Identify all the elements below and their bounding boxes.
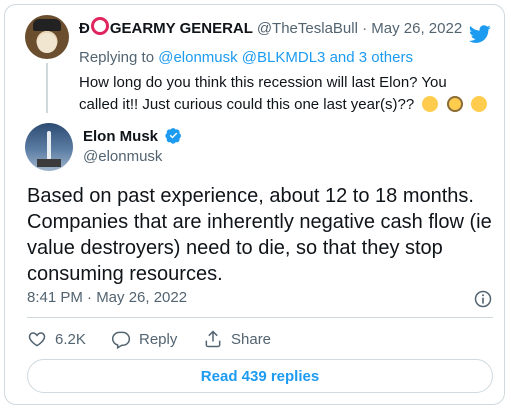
reply-button[interactable]: Reply — [111, 329, 177, 349]
main-author-handle[interactable]: @elonmusk — [83, 148, 162, 165]
reply-tweet-text: How long do you think this recession wil… — [79, 74, 447, 113]
info-icon[interactable] — [473, 289, 493, 309]
reply-author-name[interactable]: Đ GEARMY GENERAL — [79, 17, 253, 37]
replying-to-line: Replying to @elonmusk @BLKMDL3 and 3 oth… — [79, 49, 413, 66]
reply-author-avatar[interactable] — [25, 15, 69, 59]
like-count: 6.2K — [55, 330, 86, 348]
main-author-avatar[interactable] — [25, 123, 73, 171]
thread-connector-line — [46, 63, 48, 113]
share-icon — [205, 330, 221, 348]
monocle-emoji-icon — [446, 96, 463, 112]
dot-separator: · — [362, 20, 368, 37]
heart-icon — [28, 332, 46, 347]
share-label: Share — [231, 330, 272, 348]
like-button[interactable]: 6.2K — [27, 329, 86, 349]
share-button[interactable]: Share — [203, 329, 271, 349]
raised-eyebrow-emoji-icon — [470, 96, 487, 112]
reply-date[interactable]: May 26, 2022 — [371, 20, 462, 37]
read-replies-button[interactable]: Read 439 replies — [27, 359, 493, 393]
main-author-name-row[interactable]: Elon Musk — [83, 127, 182, 145]
replying-mentions-link[interactable]: @elonmusk @BLKMDL3 — [158, 49, 325, 66]
reply-label: Reply — [139, 330, 178, 348]
reply-author-header: Đ GEARMY GENERAL @TheTeslaBull · May 26, … — [79, 17, 462, 37]
reply-author-handle[interactable]: @TheTeslaBull — [257, 20, 358, 37]
divider — [27, 317, 493, 318]
twitter-bird-icon[interactable] — [467, 23, 493, 45]
main-tweet-text: Based on past experience, about 12 to 18… — [27, 185, 492, 285]
main-tweet-timestamp[interactable]: 8:41 PM · May 26, 2022 — [27, 289, 187, 306]
thinking-emoji-icon — [422, 96, 439, 112]
reply-bubble-icon — [111, 331, 131, 349]
read-replies-label: Read 439 replies — [200, 367, 320, 385]
red-ring-icon — [90, 17, 109, 35]
main-author-name[interactable]: Elon Musk — [83, 128, 158, 145]
replying-others-link[interactable]: and 3 others — [330, 49, 413, 66]
reply-tweet-text-block: How long do you think this recession wil… — [79, 72, 489, 116]
verified-badge-icon — [165, 128, 182, 144]
tweet-card: Đ GEARMY GENERAL @TheTeslaBull · May 26, … — [4, 4, 505, 405]
